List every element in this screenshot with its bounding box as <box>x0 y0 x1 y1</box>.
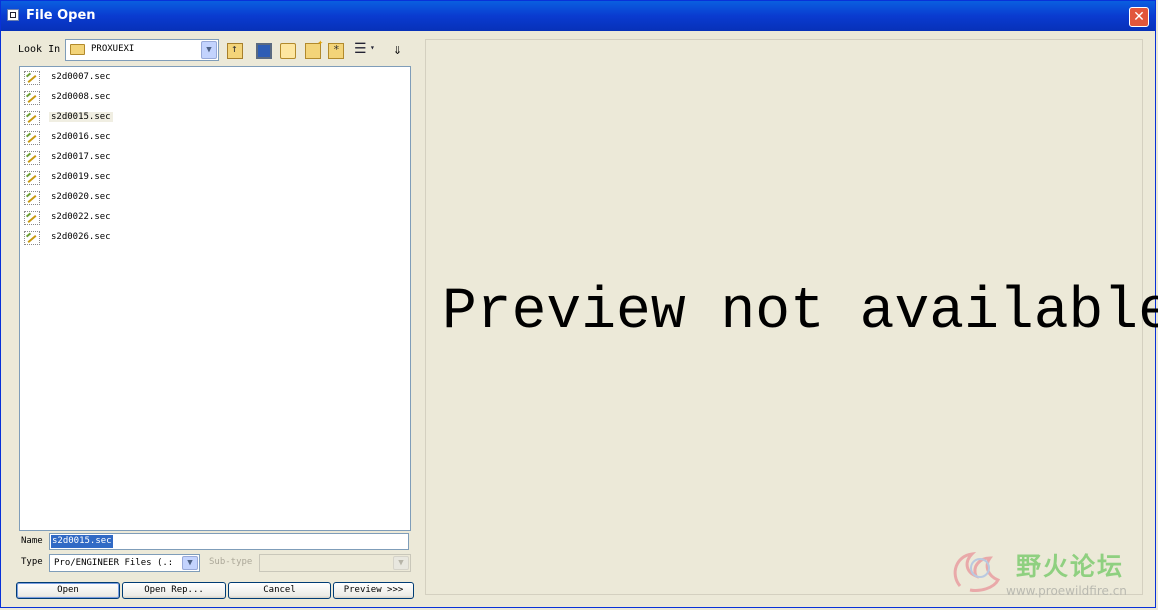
folder-up-icon[interactable] <box>227 42 243 59</box>
section-file-icon <box>24 171 40 185</box>
section-file-icon <box>24 91 40 105</box>
cancel-button[interactable]: Cancel <box>228 582 331 599</box>
look-in-value: PROXUEXI <box>91 44 135 54</box>
section-file-icon <box>24 191 40 205</box>
type-value: Pro/ENGINEER Files (.: <box>54 558 174 568</box>
preview-panel: Preview not available. <box>425 39 1158 595</box>
file-list[interactable]: s2d0007.sec s2d0008.sec s2d0015.sec s2d0… <box>19 66 411 531</box>
list-item[interactable]: s2d0026.sec <box>24 230 224 246</box>
file-name: s2d0026.sec <box>51 232 111 242</box>
preview-button[interactable]: Preview >>> <box>333 582 414 599</box>
new-folder-icon[interactable] <box>305 38 323 59</box>
window-title: File Open <box>26 8 96 23</box>
download-icon[interactable] <box>391 40 407 59</box>
open-rep-button[interactable]: Open Rep... <box>122 582 226 599</box>
file-open-dialog: File Open ✕ Look In PROXUEXI ▼ s2d0007.s… <box>0 0 1158 608</box>
view-list-icon[interactable] <box>354 41 378 59</box>
list-item[interactable]: s2d0008.sec <box>24 90 224 106</box>
flame-logo-icon <box>953 551 1001 592</box>
desktop-icon[interactable] <box>256 43 272 59</box>
preview-message: Preview not available. <box>442 280 1158 345</box>
chevron-down-icon[interactable]: ▼ <box>182 556 198 570</box>
working-directory-icon[interactable] <box>328 43 344 59</box>
name-label: Name <box>21 536 43 546</box>
section-file-icon <box>24 211 40 225</box>
list-item[interactable]: s2d0019.sec <box>24 170 224 186</box>
file-name: s2d0016.sec <box>51 132 111 142</box>
folder-icon <box>70 44 85 55</box>
section-file-icon <box>24 111 40 125</box>
list-item[interactable]: s2d0016.sec <box>24 130 224 146</box>
type-label: Type <box>21 557 43 567</box>
app-icon <box>7 9 19 21</box>
file-name-selection[interactable]: s2d0015.sec <box>51 535 113 548</box>
open-button[interactable]: Open <box>16 582 120 599</box>
watermark: 野火论坛 www.proewildfire.cn <box>946 542 1152 606</box>
section-file-icon <box>24 231 40 245</box>
section-file-icon <box>24 71 40 85</box>
file-name: s2d0015.sec <box>49 112 113 122</box>
look-in-label: Look In <box>18 44 61 55</box>
list-item[interactable]: s2d0022.sec <box>24 210 224 226</box>
watermark-url: www.proewildfire.cn <box>1006 584 1127 598</box>
file-name: s2d0022.sec <box>51 212 111 222</box>
list-item[interactable]: s2d0017.sec <box>24 150 224 166</box>
chevron-down-icon[interactable]: ▼ <box>201 41 217 59</box>
close-button[interactable]: ✕ <box>1129 7 1149 27</box>
chevron-down-icon: ▼ <box>393 556 409 570</box>
file-name: s2d0019.sec <box>51 172 111 182</box>
section-file-icon <box>24 151 40 165</box>
subtype-label: Sub-type <box>209 557 253 567</box>
watermark-text: 野火论坛 <box>1016 552 1125 581</box>
file-name: s2d0008.sec <box>51 92 111 102</box>
look-in-dropdown[interactable]: PROXUEXI ▼ <box>65 39 219 61</box>
subtype-dropdown: ▼ <box>259 554 411 572</box>
open-folder-icon[interactable] <box>280 43 296 59</box>
list-item[interactable]: s2d0020.sec <box>24 190 224 206</box>
list-item[interactable]: s2d0007.sec <box>24 70 224 86</box>
title-bar[interactable]: File Open ✕ <box>1 1 1155 31</box>
list-item-selected[interactable]: s2d0015.sec <box>24 110 224 126</box>
file-name: s2d0017.sec <box>51 152 111 162</box>
file-name: s2d0007.sec <box>51 72 111 82</box>
type-dropdown[interactable]: Pro/ENGINEER Files (.: ▼ <box>49 554 200 572</box>
file-name: s2d0020.sec <box>51 192 111 202</box>
section-file-icon <box>24 131 40 145</box>
